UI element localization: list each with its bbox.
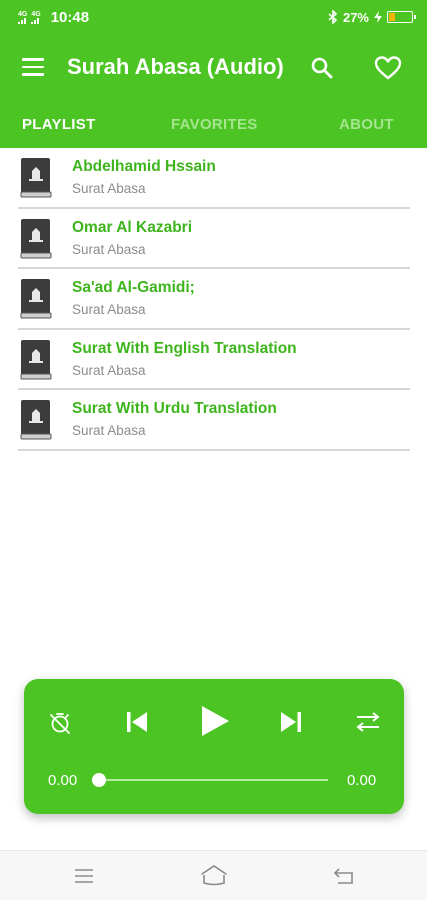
total-time: 0.00	[347, 772, 377, 789]
item-title: Omar Al Kazabri	[72, 218, 193, 236]
repeat-icon[interactable]	[355, 710, 381, 734]
playlist: Abdelhamid Hssain Surat Abasa Omar Al Ka…	[18, 148, 410, 451]
skip-next-icon[interactable]	[278, 709, 304, 735]
list-item[interactable]: Sa'ad Al-Gamidi; Surat Abasa	[18, 269, 410, 330]
signal-indicator-2: 4G	[31, 10, 41, 24]
timer-off-icon[interactable]	[48, 711, 72, 735]
item-title: Surat With Urdu Translation	[72, 400, 277, 417]
tab-favorites[interactable]: FAVORITES	[171, 116, 258, 133]
network-type-2: 4G	[31, 10, 41, 18]
system-nav-bar	[0, 850, 427, 900]
list-item[interactable]: Abdelhamid Hssain Surat Abasa	[18, 148, 410, 209]
heart-icon[interactable]	[374, 55, 402, 81]
signal-bars-icon	[18, 17, 26, 24]
app-toolbar: Surah Abasa (Audio)	[0, 34, 427, 102]
menu-icon[interactable]	[22, 58, 44, 76]
list-item[interactable]: Surat With English Translation Surat Aba…	[18, 330, 410, 390]
battery-percentage: 27%	[342, 9, 369, 25]
audio-player: 0.00 0.00	[24, 679, 404, 814]
item-subtitle: Surat Abasa	[72, 181, 146, 196]
book-icon	[20, 339, 52, 379]
status-bar: 4G 4G 10:48 27%	[0, 0, 427, 34]
item-subtitle: Surat Abasa	[72, 302, 146, 317]
progress-track[interactable]	[100, 779, 328, 781]
tab-bar: PLAYLIST FAVORITES ABOUT	[0, 102, 427, 148]
item-title: Surat With English Translation	[72, 339, 297, 357]
item-subtitle: Surat Abasa	[72, 423, 146, 438]
progress-knob[interactable]	[92, 773, 106, 787]
network-type-1: 4G	[18, 10, 28, 18]
battery-icon	[387, 11, 416, 23]
item-subtitle: Surat Abasa	[72, 362, 146, 378]
book-icon	[20, 400, 52, 440]
charging-icon	[374, 11, 382, 23]
signal-bars-icon	[31, 17, 40, 24]
item-subtitle: Surat Abasa	[72, 241, 146, 257]
item-title: Abdelhamid Hssain	[72, 158, 216, 175]
book-icon	[20, 279, 52, 319]
tab-playlist[interactable]: PLAYLIST	[22, 116, 96, 133]
recent-apps-icon[interactable]	[73, 866, 95, 886]
list-item[interactable]: Omar Al Kazabri Surat Abasa	[18, 209, 410, 269]
home-icon[interactable]	[199, 864, 229, 886]
back-icon[interactable]	[333, 866, 355, 886]
book-icon	[20, 158, 52, 198]
item-title: Sa'ad Al-Gamidi;	[72, 279, 195, 296]
book-icon	[20, 218, 52, 258]
list-item[interactable]: Surat With Urdu Translation Surat Abasa	[18, 390, 410, 451]
search-icon[interactable]	[310, 56, 334, 80]
page-title: Surah Abasa (Audio)	[67, 54, 284, 79]
current-time: 0.00	[48, 772, 78, 789]
play-icon[interactable]	[199, 704, 231, 738]
bluetooth-icon	[328, 10, 338, 24]
skip-previous-icon[interactable]	[124, 709, 150, 735]
status-time: 10:48	[50, 8, 90, 26]
battery-level	[389, 13, 395, 21]
tab-about[interactable]: ABOUT	[339, 116, 394, 133]
signal-indicator-1: 4G	[18, 11, 27, 24]
